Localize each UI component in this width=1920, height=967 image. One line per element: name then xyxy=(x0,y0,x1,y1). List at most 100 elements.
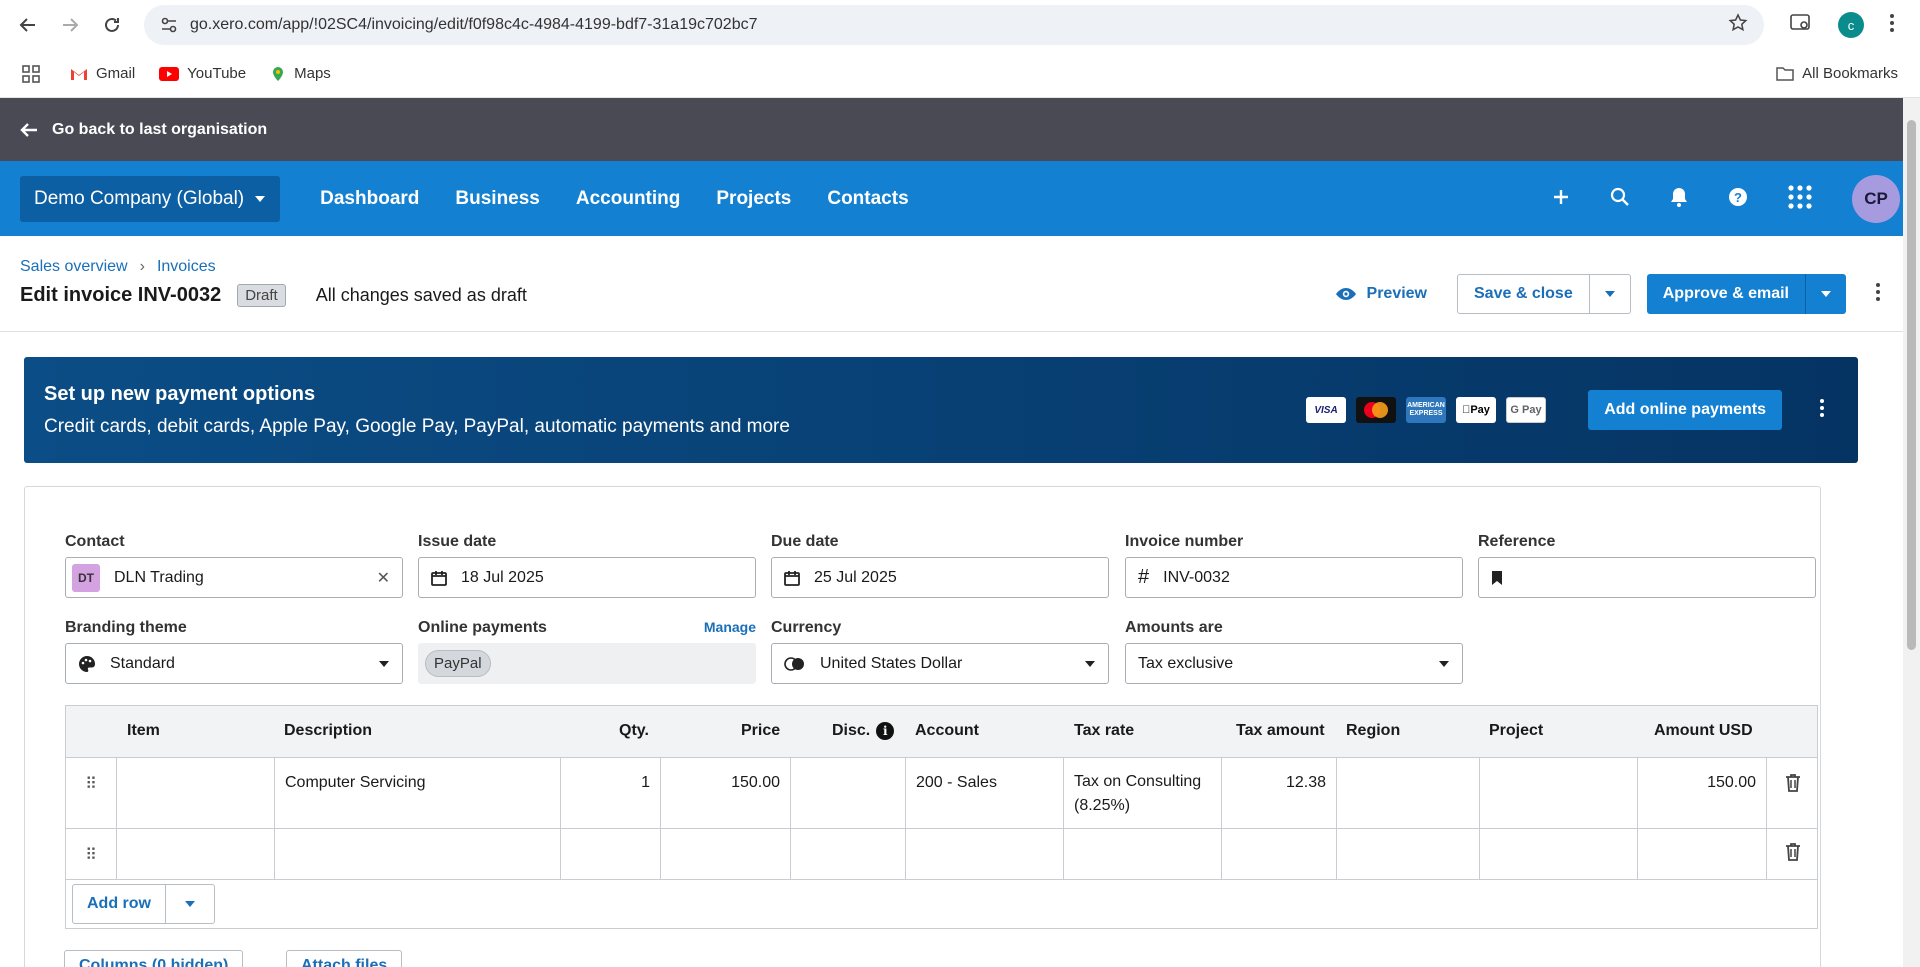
branding-select[interactable]: Standard xyxy=(65,643,403,684)
region-cell[interactable] xyxy=(1337,758,1480,828)
org-back-bar[interactable]: Go back to last organisation xyxy=(0,98,1920,161)
item-cell[interactable] xyxy=(117,829,275,879)
bookmark-maps[interactable]: Maps xyxy=(270,65,331,82)
visa-logo: VISA xyxy=(1306,397,1346,423)
bell-icon[interactable] xyxy=(1670,187,1688,211)
due-date-input[interactable]: 25 Jul 2025 xyxy=(771,557,1109,598)
currency-select[interactable]: United States Dollar xyxy=(771,643,1109,684)
banner-title: Set up new payment options xyxy=(44,383,316,405)
trash-icon[interactable] xyxy=(1767,829,1819,879)
price-cell[interactable]: 150.00 xyxy=(661,758,791,828)
nav-dashboard[interactable]: Dashboard xyxy=(320,188,419,210)
site-info-icon[interactable] xyxy=(160,16,178,34)
bookmark-gmail[interactable]: Gmail xyxy=(70,65,135,82)
add-row-options-dropdown[interactable] xyxy=(166,885,214,923)
drag-handle-icon[interactable]: ⠿ xyxy=(66,758,117,828)
region-cell[interactable] xyxy=(1337,829,1480,879)
price-cell[interactable] xyxy=(661,829,791,879)
tax-rate-cell[interactable]: Tax on Consulting (8.25%) xyxy=(1064,758,1222,828)
user-avatar[interactable]: CP xyxy=(1852,174,1900,223)
qty-cell[interactable] xyxy=(561,829,661,879)
bookmark-youtube[interactable]: YouTube xyxy=(159,65,246,82)
back-icon[interactable] xyxy=(12,9,44,41)
eye-icon xyxy=(1335,288,1356,300)
apps-icon[interactable] xyxy=(1788,184,1812,213)
item-cell[interactable] xyxy=(117,758,275,828)
col-account: Account xyxy=(915,722,979,739)
go-back-label[interactable]: Go back to last organisation xyxy=(52,121,267,139)
save-options-dropdown[interactable] xyxy=(1589,274,1631,314)
amounts-are-select[interactable]: Tax exclusive xyxy=(1125,643,1463,684)
invoice-number-input[interactable]: # INV-0032 xyxy=(1125,557,1463,598)
payment-logos: VISA AMERICANEXPRESS Pay G Pay xyxy=(1306,397,1546,423)
clear-icon[interactable]: ✕ xyxy=(377,568,390,588)
save-close-button[interactable]: Save & close xyxy=(1457,274,1590,314)
search-icon[interactable] xyxy=(1610,187,1630,211)
tax-amount-cell[interactable] xyxy=(1222,829,1337,879)
approve-email-button[interactable]: Approve & email xyxy=(1646,274,1805,314)
header-actions: Preview Save & close Approve & email xyxy=(1335,274,1880,314)
add-row-button[interactable]: Add row xyxy=(73,885,166,923)
disc-cell[interactable] xyxy=(791,829,906,879)
reference-input[interactable] xyxy=(1478,557,1816,598)
drag-handle-icon[interactable]: ⠿ xyxy=(66,829,117,879)
scrollbar-thumb[interactable] xyxy=(1907,120,1916,650)
paypal-pill: PayPal xyxy=(425,650,491,677)
org-switcher[interactable]: Demo Company (Global) xyxy=(20,175,281,222)
reload-icon[interactable] xyxy=(96,9,128,41)
forward-icon[interactable] xyxy=(54,9,86,41)
plus-icon[interactable] xyxy=(1552,188,1570,210)
trash-icon[interactable] xyxy=(1767,758,1819,828)
menu-dots-icon[interactable] xyxy=(1890,14,1894,36)
apps-grid-icon[interactable] xyxy=(22,64,40,83)
project-cell[interactable] xyxy=(1480,829,1638,879)
more-options-icon[interactable] xyxy=(1876,283,1880,305)
columns-button[interactable]: Columns (0 hidden) xyxy=(64,950,244,967)
lens-icon[interactable] xyxy=(1790,13,1812,37)
banner-more-icon[interactable] xyxy=(1820,399,1824,421)
banner-subtitle: Credit cards, debit cards, Apple Pay, Go… xyxy=(44,416,790,437)
nav-contacts[interactable]: Contacts xyxy=(827,188,908,210)
nav-business[interactable]: Business xyxy=(455,188,539,210)
col-amount: Amount USD xyxy=(1654,722,1753,739)
col-price: Price xyxy=(741,722,781,739)
col-disc: Disc. i xyxy=(832,722,895,740)
profile-avatar[interactable]: c xyxy=(1838,12,1864,38)
caret-down-icon xyxy=(1085,660,1095,667)
help-icon[interactable]: ? xyxy=(1728,187,1748,211)
project-cell[interactable] xyxy=(1480,758,1638,828)
url-text[interactable]: go.xero.com/app/!02SC4/invoicing/edit/f0… xyxy=(190,16,758,34)
breadcrumb-sales-overview[interactable]: Sales overview xyxy=(20,258,128,276)
contact-input[interactable]: DT DLN Trading ✕ xyxy=(65,557,403,598)
disc-cell[interactable] xyxy=(791,758,906,828)
all-bookmarks[interactable]: All Bookmarks xyxy=(1776,65,1898,82)
preview-button[interactable]: Preview xyxy=(1335,285,1427,303)
main-nav: Demo Company (Global) Dashboard Business… xyxy=(0,161,1920,236)
page-scrollbar[interactable] xyxy=(1903,98,1920,967)
nav-projects[interactable]: Projects xyxy=(716,188,791,210)
approve-options-dropdown[interactable] xyxy=(1805,274,1846,314)
description-cell[interactable]: Computer Servicing xyxy=(275,758,561,828)
tax-rate-cell[interactable] xyxy=(1064,829,1222,879)
col-description: Description xyxy=(284,722,373,739)
col-tax-rate: Tax rate xyxy=(1074,722,1135,739)
nav-accounting[interactable]: Accounting xyxy=(576,188,681,210)
breadcrumb-invoices[interactable]: Invoices xyxy=(157,258,216,276)
account-cell[interactable] xyxy=(906,829,1064,879)
table-row: ⠿ Computer Servicing 1 150.00 200 - Sale… xyxy=(66,758,1817,829)
add-online-payments-button[interactable]: Add online payments xyxy=(1588,390,1782,430)
manage-link[interactable]: Manage xyxy=(704,619,756,635)
status-badge: Draft xyxy=(237,284,286,307)
description-cell[interactable] xyxy=(275,829,561,879)
bookmark-star-icon[interactable] xyxy=(1728,13,1748,37)
amount-cell: 150.00 xyxy=(1638,758,1767,828)
info-icon[interactable]: i xyxy=(876,722,895,740)
attach-files-button[interactable]: Attach files xyxy=(286,950,403,967)
tax-amount-cell[interactable]: 12.38 xyxy=(1222,758,1337,828)
issue-date-input[interactable]: 18 Jul 2025 xyxy=(418,557,756,598)
col-tax-amount: Tax amount xyxy=(1236,722,1325,739)
qty-cell[interactable]: 1 xyxy=(561,758,661,828)
mastercard-logo xyxy=(1356,397,1396,423)
address-bar[interactable]: go.xero.com/app/!02SC4/invoicing/edit/f0… xyxy=(144,5,1764,45)
account-cell[interactable]: 200 - Sales xyxy=(906,758,1064,828)
